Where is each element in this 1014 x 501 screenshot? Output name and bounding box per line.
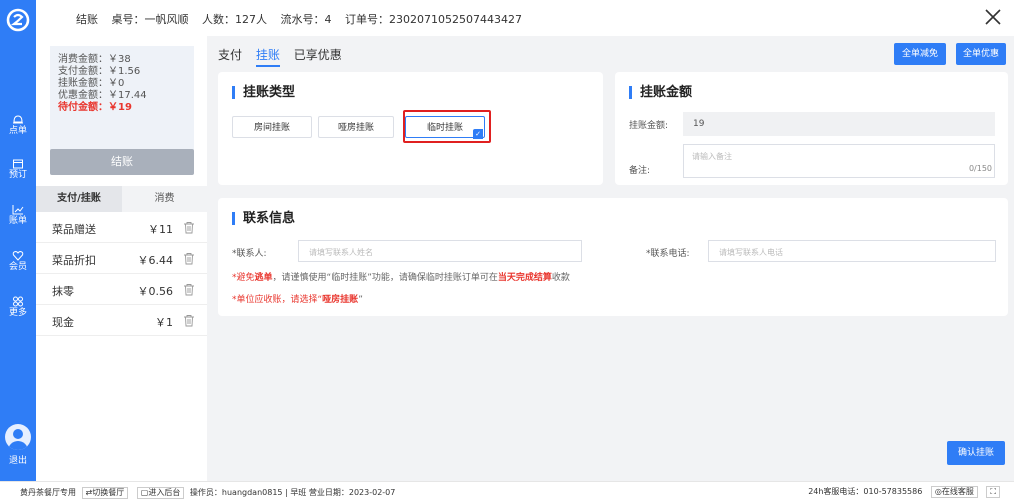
contact-title: 联系信息 [232,212,295,225]
left-tabs: 支付/挂账 消费 [36,186,207,212]
remark-label: 备注: [629,166,651,176]
fullscreen-icon[interactable]: ⛶ [986,486,1000,498]
tab-credit[interactable]: 挂账 [255,48,280,67]
item-name: 现金 [52,316,74,329]
online-service-button[interactable]: ◎在线客服 [930,486,978,498]
header-bar: 结账 桌号：一帆风顺 人数：127人 流水号：4 订单号：23020710525… [36,0,1014,36]
bell-icon [13,115,23,124]
remark-textarea[interactable]: 请输入备注 0/150 [683,144,995,178]
tab-pay[interactable]: 支付 [218,48,242,62]
amount-field: 19 [683,112,995,136]
enter-backend-button[interactable]: ▢进入后台 [136,487,185,499]
avatar[interactable] [5,424,31,450]
heart-icon [12,250,24,261]
chat-icon: ◎ [934,487,942,496]
app-logo-icon [6,8,30,32]
shift-label: 早班 [290,488,307,497]
logout-button[interactable]: 退出 [0,456,36,466]
tab-pay-credit[interactable]: 支付/挂账 [36,186,122,212]
remark-placeholder: 请输入备注 [692,152,732,161]
company-note: *单位应收账，请选择“哑房挂账” [232,295,363,305]
contact-phone-placeholder: 请填写联系人电话 [719,248,783,257]
full-reduce-button[interactable]: 全单减免 [894,43,946,65]
credit-amount: 挂账金额：￥0 [58,78,125,89]
nav-item-booking[interactable]: 预订 [0,158,36,180]
nav-item-member[interactable]: 会员 [0,250,36,272]
nav-item-more[interactable]: 更多 [0,296,36,318]
chart-icon [12,205,24,215]
tab-enjoyed-discount[interactable]: 已享优惠 [294,48,342,62]
warning-note: *避免逃单，请谨慎使用“临时挂账”功能，请确保临时挂账订单可在当天完成结算收款 [232,273,570,283]
list-item: 抹零 ￥0.56 [36,274,207,305]
settle-button[interactable]: 结账 [50,149,194,175]
footer-left: 黄丹茶餐厅专用 ⇄切换餐厅 ▢进入后台 操作员：huangdan0815 | 早… [20,487,395,499]
item-name: 抹零 [52,285,74,298]
contact-name-label: *联系人: [232,249,267,259]
credit-type-card: 挂账类型 房间挂账 哑房挂账 临时挂账 [218,72,603,185]
contact-name-input[interactable]: 请填写联系人姓名 [298,240,582,262]
status-bar: 黄丹茶餐厅专用 ⇄切换餐厅 ▢进入后台 操作员：huangdan0815 | 早… [0,481,1014,501]
contact-name-placeholder: 请填写联系人姓名 [309,248,373,257]
list-item: 菜品折扣 ￥6.44 [36,243,207,274]
calendar-icon [13,159,23,169]
nav-label: 点单 [8,126,27,136]
discount-amount: 优惠金额：￥17.44 [58,90,147,101]
credit-amount-card: 挂账金额 挂账金额: 19 备注: 请输入备注 0/150 [615,72,1008,185]
nav-item-order[interactable]: 点单 [0,114,36,136]
trash-icon[interactable] [183,314,195,327]
amount-summary: 消费金额：￥38 支付金额：￥1.56 挂账金额：￥0 优惠金额：￥17.44 … [50,46,194,150]
item-value: ￥0.56 [137,285,174,298]
highlight-box [403,110,491,143]
order-info: 结账 桌号：一帆风顺 人数：127人 流水号：4 订单号：23020710525… [76,11,532,27]
amount-label: 挂账金额: [629,121,669,131]
nav-item-bills[interactable]: 账单 [0,204,36,226]
header-guests: 人数：127人 [202,13,267,26]
hotline-label: 24h客服电话：010-57835586 [808,487,923,496]
pending-amount: 待付金额：￥19 [58,102,132,113]
type-dummy-room-credit-button[interactable]: 哑房挂账 [318,116,394,138]
consume-amount: 消费金额：￥38 [58,54,131,65]
left-panel: 消费金额：￥38 支付金额：￥1.56 挂账金额：￥0 优惠金额：￥17.44 … [36,36,207,481]
grid-icon [13,296,23,307]
nav-label: 会员 [8,262,27,272]
trash-icon[interactable] [183,252,195,265]
item-value: ￥1 [155,316,173,329]
header-serial: 流水号：4 [280,13,332,26]
item-value: ￥6.44 [137,254,174,267]
contact-phone-input[interactable]: 请填写联系人电话 [708,240,996,262]
contact-phone-label: *联系电话: [646,249,690,259]
full-discount-button[interactable]: 全单优惠 [956,43,1006,65]
header-order-no: 订单号：2302071052507443427 [345,13,522,26]
nav-rail: 点单 预订 账单 会员 更多 退出 [0,0,36,481]
trash-icon[interactable] [183,283,195,296]
item-name: 菜品折扣 [52,254,96,267]
footer-right: 24h客服电话：010-57835586 ◎在线客服 ⛶ [808,486,1000,498]
nav-label: 账单 [8,216,27,226]
confirm-credit-button[interactable]: 确认挂账 [947,441,1005,465]
paid-amount: 支付金额：￥1.56 [58,66,141,77]
operator-label: 操作员：huangdan0815 [189,488,283,497]
header-table: 桌号：一帆风顺 [111,13,189,26]
brand-label: 黄丹茶餐厅专用 [20,488,76,497]
credit-amount-title: 挂账金额 [629,86,692,99]
contact-card: 联系信息 *联系人: 请填写联系人姓名 *联系电话: 请填写联系人电话 *避免逃… [218,198,1008,316]
credit-type-title: 挂账类型 [232,86,295,99]
trash-icon[interactable] [183,221,195,234]
main-tabs: 支付 挂账 已享优惠 [218,46,352,67]
switch-restaurant-button[interactable]: ⇄切换餐厅 [81,487,129,499]
list-item: 菜品赠送 ￥11 [36,212,207,243]
type-room-credit-button[interactable]: 房间挂账 [232,116,312,138]
biz-date-label: 营业日期：2023-02-07 [308,488,396,497]
item-value: ￥11 [148,223,173,236]
nav-label: 更多 [8,308,27,318]
nav-label: 预订 [8,170,27,180]
remark-count: 0/150 [968,164,992,173]
item-name: 菜品赠送 [52,223,96,236]
tab-consume[interactable]: 消费 [122,186,207,212]
header-mode: 结账 [76,13,98,26]
close-icon[interactable] [984,8,1002,26]
list-item: 现金 ￥1 [36,305,207,336]
